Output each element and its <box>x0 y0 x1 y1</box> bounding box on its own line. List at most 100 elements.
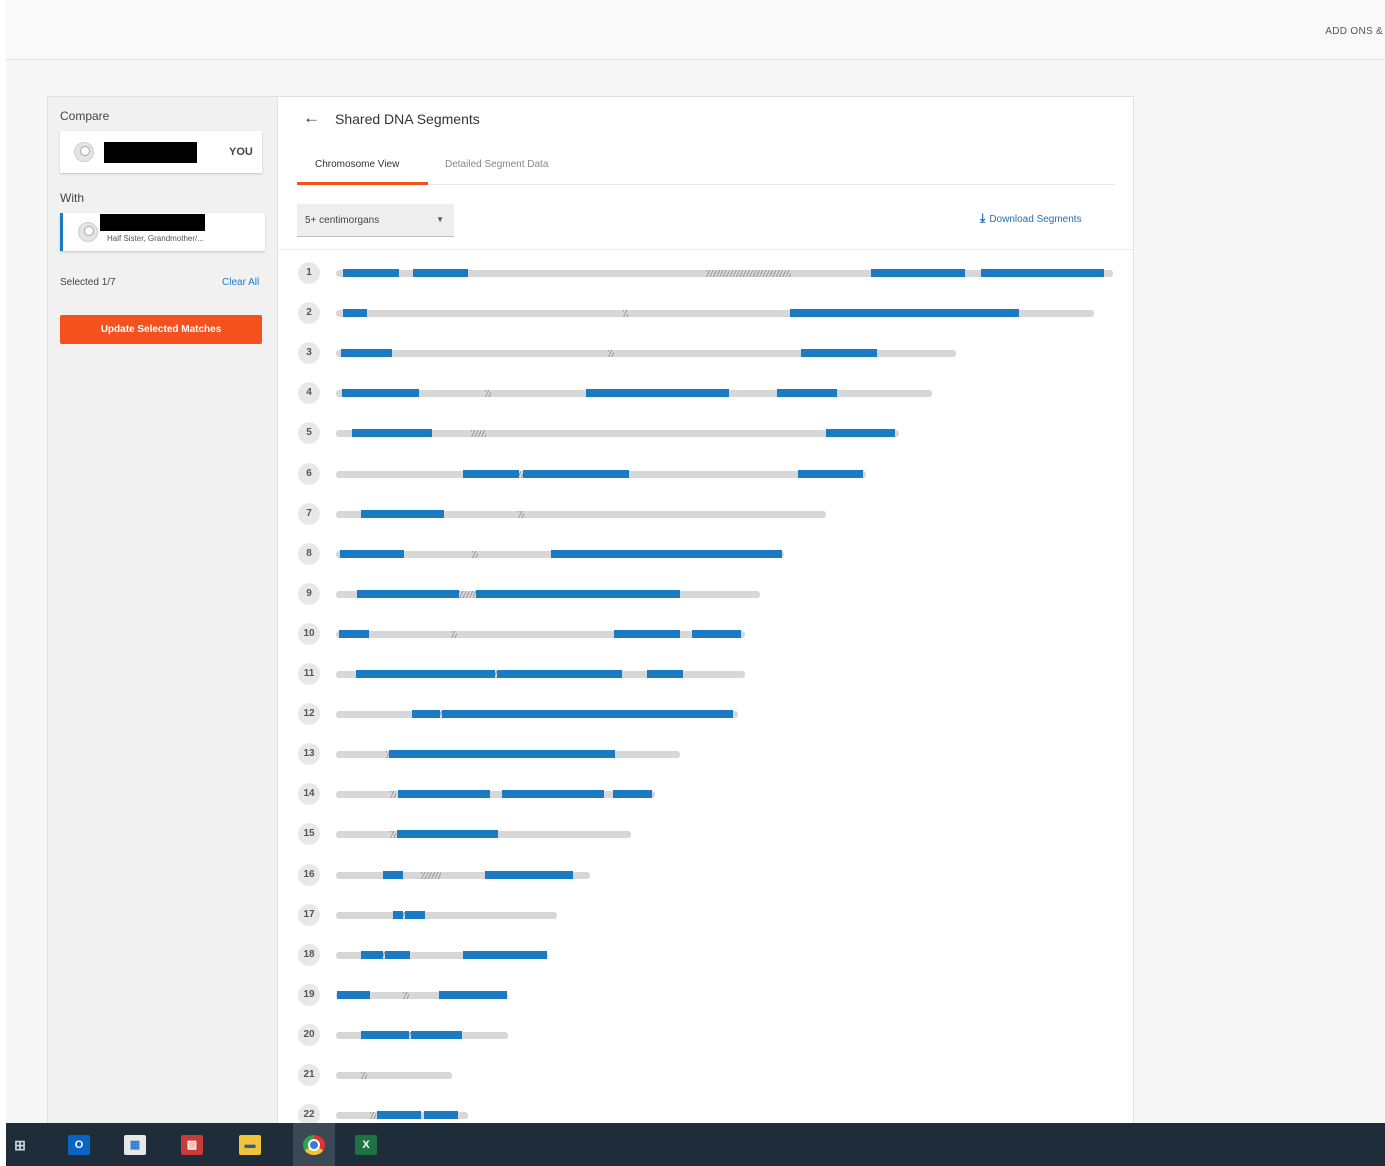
shared-segment-14-2[interactable] <box>502 790 604 798</box>
centromere-15 <box>390 831 396 838</box>
clear-all-link[interactable]: Clear All <box>222 277 259 288</box>
shared-segment-1-3[interactable] <box>871 269 965 277</box>
selected-count: Selected 1/7 <box>60 277 116 288</box>
shared-segment-1-1[interactable] <box>343 269 399 277</box>
caret-down-icon: ▼ <box>436 215 444 224</box>
arrow-left-icon[interactable]: ← <box>303 108 320 128</box>
shared-segment-1-4[interactable] <box>981 269 1104 277</box>
relationship-text: Half Sister, Grandmother/... <box>107 234 204 243</box>
shared-segment-7-1[interactable] <box>361 510 444 518</box>
shared-segment-18-2[interactable] <box>385 951 410 959</box>
top-header-bar: ADD ONS & <box>6 0 1385 60</box>
chromosome-label-8: 8 <box>298 543 320 565</box>
chromosome-bar-14 <box>336 791 655 798</box>
shared-segment-6-3[interactable] <box>798 470 863 478</box>
shared-segment-14-1[interactable] <box>398 790 490 798</box>
download-segments-button[interactable]: ⤓ Download Segments <box>980 211 1082 226</box>
shared-segment-10-3[interactable] <box>692 630 741 638</box>
with-label: With <box>60 191 84 205</box>
shared-segment-11-2[interactable] <box>497 670 622 678</box>
centromere-10 <box>451 631 457 638</box>
download-icon: ⤓ <box>980 211 986 225</box>
shared-segment-20-1[interactable] <box>361 1031 409 1039</box>
chromosome-label-11: 11 <box>298 663 320 685</box>
shared-segment-14-3[interactable] <box>613 790 652 798</box>
compare-label: Compare <box>60 109 110 123</box>
shared-segment-18-1[interactable] <box>361 951 383 959</box>
chromosome-label-3: 3 <box>298 342 320 364</box>
shared-segment-17-2[interactable] <box>405 911 425 919</box>
centromere-3 <box>608 350 614 357</box>
shared-segment-20-2[interactable] <box>411 1031 462 1039</box>
shared-segment-9-1[interactable] <box>357 590 459 598</box>
chromosome-label-2: 2 <box>298 302 320 324</box>
shared-segment-12-1[interactable] <box>412 710 440 718</box>
chromosome-bar-10 <box>336 631 745 638</box>
shared-segment-15-1[interactable] <box>397 830 498 838</box>
shared-segment-4-1[interactable] <box>342 389 419 397</box>
chromosome-area-divider <box>278 249 1133 250</box>
outlook-icon[interactable]: O <box>68 1135 90 1155</box>
shared-segment-17-1[interactable] <box>393 911 403 919</box>
shared-segment-16-2[interactable] <box>485 871 573 879</box>
centromere-1 <box>706 270 791 277</box>
centromere-22 <box>370 1112 376 1119</box>
chrome-icon[interactable] <box>303 1135 325 1155</box>
shared-segment-22-2[interactable] <box>424 1111 458 1119</box>
page-title: Shared DNA Segments <box>335 111 480 127</box>
shared-segment-2-2[interactable] <box>790 309 1019 317</box>
shared-segment-12-2[interactable] <box>442 710 733 718</box>
shared-segment-11-1[interactable] <box>356 670 495 678</box>
task-view-icon[interactable]: ⊞ <box>9 1135 31 1155</box>
shared-segment-3-2[interactable] <box>801 349 877 357</box>
update-selected-matches-button[interactable]: Update Selected Matches <box>60 315 262 344</box>
shared-segment-10-2[interactable] <box>614 630 680 638</box>
shared-segment-19-2[interactable] <box>439 991 507 999</box>
shared-segment-8-2[interactable] <box>551 550 782 558</box>
shared-segment-6-2[interactable] <box>523 470 629 478</box>
main-panel <box>277 96 1134 1128</box>
chromosome-label-17: 17 <box>298 904 320 926</box>
tab-chromosome-view[interactable]: Chromosome View <box>315 159 399 170</box>
app-icon[interactable]: ▨ <box>181 1135 203 1155</box>
centromere-21 <box>361 1072 367 1079</box>
chromosome-label-12: 12 <box>298 703 320 725</box>
shared-segment-22-1[interactable] <box>377 1111 421 1119</box>
centromere-5 <box>471 430 486 437</box>
store-icon[interactable]: ▦ <box>124 1135 146 1155</box>
download-segments-label: Download Segments <box>989 214 1082 225</box>
shared-segment-6-1[interactable] <box>463 470 519 478</box>
active-tab-indicator <box>297 182 428 185</box>
shared-segment-13-1[interactable] <box>389 750 615 758</box>
chromosome-label-10: 10 <box>298 623 320 645</box>
shared-segment-11-3[interactable] <box>647 670 683 678</box>
centromere-14 <box>390 791 396 798</box>
shared-segment-2-1[interactable] <box>343 309 367 317</box>
centromere-16 <box>421 872 441 879</box>
add-ons-link[interactable]: ADD ONS & <box>1325 26 1383 37</box>
you-label: YOU <box>229 146 253 158</box>
shared-segment-3-1[interactable] <box>341 349 392 357</box>
filter-value: 5+ centimorgans <box>305 215 380 226</box>
file-explorer-icon[interactable]: ▬ <box>239 1135 261 1155</box>
chromosome-label-14: 14 <box>298 783 320 805</box>
shared-segment-5-1[interactable] <box>352 429 432 437</box>
shared-segment-19-1[interactable] <box>337 991 370 999</box>
excel-icon[interactable]: X <box>355 1135 377 1155</box>
shared-segment-1-2[interactable] <box>413 269 468 277</box>
shared-segment-8-1[interactable] <box>340 550 404 558</box>
user-avatar-icon <box>74 142 94 162</box>
shared-segment-18-3[interactable] <box>463 951 547 959</box>
centimorgan-filter-select[interactable]: 5+ centimorgans ▼ <box>297 204 454 237</box>
windows-taskbar: ⊞ O ▦ ▨ ▬ X <box>6 1123 1385 1166</box>
redacted-match-name <box>100 214 205 231</box>
shared-segment-9-2[interactable] <box>476 590 680 598</box>
shared-segment-10-1[interactable] <box>339 630 369 638</box>
shared-segment-4-2[interactable] <box>586 389 729 397</box>
shared-segment-4-3[interactable] <box>777 389 837 397</box>
shared-segment-16-1[interactable] <box>383 871 403 879</box>
centromere-9 <box>459 591 476 598</box>
chromosome-label-9: 9 <box>298 583 320 605</box>
tab-detailed-segment-data[interactable]: Detailed Segment Data <box>445 159 548 170</box>
shared-segment-5-2[interactable] <box>826 429 895 437</box>
